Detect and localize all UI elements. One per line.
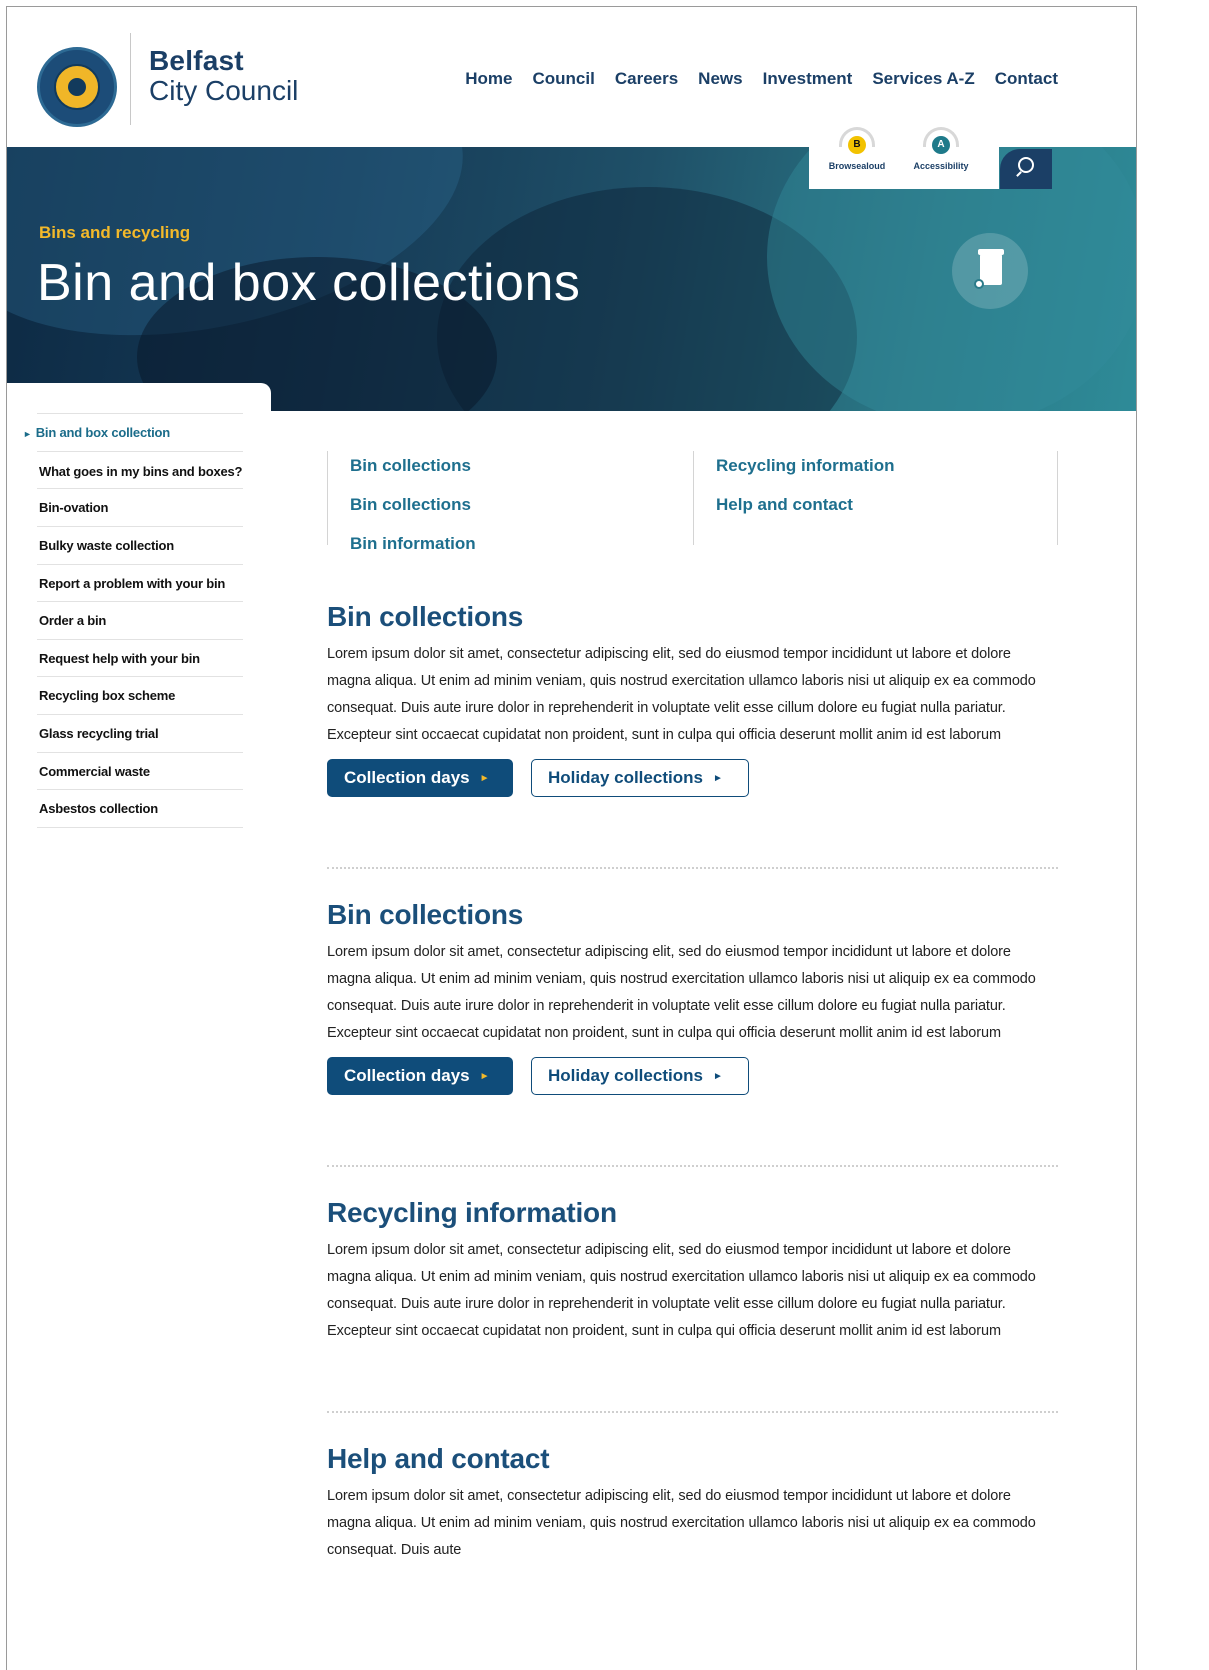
section-divider xyxy=(327,1411,1058,1413)
nav-services-a-z[interactable]: Services A-Z xyxy=(872,69,974,89)
sidebar-item-order-bin[interactable]: Order a bin xyxy=(37,602,243,640)
accessibility-toolbar: B Browsealoud A Accessibility xyxy=(809,127,999,189)
main-navigation: Home Council Careers News Investment Ser… xyxy=(465,69,1058,89)
site-header: Belfast City Council Home Council Career… xyxy=(7,7,1136,147)
holiday-collections-button[interactable]: Holiday collections ► xyxy=(531,1057,749,1095)
sidebar-menu: Bin and box collection What goes in my b… xyxy=(36,413,243,829)
jump-link-recycling-information[interactable]: Recycling information xyxy=(716,455,1057,490)
brand-line-1: Belfast xyxy=(149,45,244,76)
nav-investment[interactable]: Investment xyxy=(763,69,853,89)
collection-days-button[interactable]: Collection days ► xyxy=(327,759,513,797)
council-crest-logo[interactable] xyxy=(37,47,117,127)
brand-line-2: City Council xyxy=(149,75,299,106)
section-heading: Help and contact xyxy=(327,1443,550,1474)
jump-link-bin-information[interactable]: Bin information xyxy=(350,533,693,568)
content-section: Help and contact Lorem ipsum dolor sit a… xyxy=(327,1443,1057,1564)
section-divider xyxy=(327,867,1058,869)
accessibility-icon: A xyxy=(932,136,950,154)
page-title: Bin and box collections xyxy=(37,254,581,312)
button-label: Collection days xyxy=(344,768,470,787)
section-body: Lorem ipsum dolor sit amet, consectetur … xyxy=(327,646,1036,743)
content-section: Recycling information Lorem ipsum dolor … xyxy=(327,1197,1057,1345)
section-heading: Recycling information xyxy=(327,1197,617,1228)
jump-link-bin-collections[interactable]: Bin collections xyxy=(350,455,693,490)
section-heading: Bin collections xyxy=(327,899,524,930)
nav-contact[interactable]: Contact xyxy=(995,69,1058,89)
section-sidebar: Bin and box collection What goes in my b… xyxy=(7,383,271,903)
button-label: Holiday collections xyxy=(548,768,703,787)
sidebar-item-request-help[interactable]: Request help with your bin xyxy=(37,640,243,678)
on-page-links-column-1: Bin collections Bin collections Bin info… xyxy=(327,451,693,553)
sidebar-item-bulky-waste[interactable]: Bulky waste collection xyxy=(37,527,243,565)
section-heading: Bin collections xyxy=(327,601,524,632)
nav-home[interactable]: Home xyxy=(465,69,512,89)
logo-divider xyxy=(130,33,131,125)
content-section: Bin collections Lorem ipsum dolor sit am… xyxy=(327,601,1057,797)
arrow-right-icon: ► xyxy=(479,772,490,784)
section-divider xyxy=(327,1165,1058,1167)
section-actions: Collection days ► Holiday collections ► xyxy=(327,1057,1057,1095)
brand-wordmark[interactable]: Belfast City Council xyxy=(149,47,298,105)
sidebar-item-bin-and-box-collection[interactable]: Bin and box collection xyxy=(36,414,243,452)
search-button[interactable] xyxy=(1000,149,1052,189)
button-label: Collection days xyxy=(344,1066,470,1085)
on-page-links-column-2: Recycling information Help and contact xyxy=(693,451,1058,545)
sidebar-item-asbestos-collection[interactable]: Asbestos collection xyxy=(37,790,243,829)
nav-council[interactable]: Council xyxy=(533,69,595,89)
accessibility-toggle[interactable]: A Accessibility xyxy=(905,127,977,171)
section-actions: Collection days ► Holiday collections ► xyxy=(327,759,1057,797)
sidebar-item-report-problem[interactable]: Report a problem with your bin xyxy=(37,565,243,603)
crest-shield-icon xyxy=(54,64,100,110)
collection-days-button[interactable]: Collection days ► xyxy=(327,1057,513,1095)
arrow-right-icon: ► xyxy=(712,1070,723,1082)
section-body: Lorem ipsum dolor sit amet, consectetur … xyxy=(327,1242,1036,1339)
page-frame: Belfast City Council Home Council Career… xyxy=(6,6,1137,1670)
button-label: Holiday collections xyxy=(548,1066,703,1085)
jump-link-bin-collections-2[interactable]: Bin collections xyxy=(350,494,693,529)
sidebar-item-glass-recycling-trial[interactable]: Glass recycling trial xyxy=(37,715,243,753)
jump-link-help-and-contact[interactable]: Help and contact xyxy=(716,494,1057,529)
arrow-right-icon: ► xyxy=(712,772,723,784)
nav-careers[interactable]: Careers xyxy=(615,69,678,89)
sidebar-item-commercial-waste[interactable]: Commercial waste xyxy=(37,753,243,791)
wheelie-bin-icon xyxy=(952,233,1028,309)
sidebar-item-bin-ovation[interactable]: Bin-ovation xyxy=(37,489,243,527)
arrow-right-icon: ► xyxy=(479,1070,490,1082)
holiday-collections-button[interactable]: Holiday collections ► xyxy=(531,759,749,797)
browsealoud-label: Browsealoud xyxy=(828,161,886,171)
browsealoud-icon: B xyxy=(848,136,866,154)
accessibility-label: Accessibility xyxy=(913,161,969,171)
nav-news[interactable]: News xyxy=(698,69,742,89)
browsealoud-toggle[interactable]: B Browsealoud xyxy=(821,127,893,171)
on-page-links: Bin collections Bin collections Bin info… xyxy=(327,451,1058,553)
content-section: Bin collections Lorem ipsum dolor sit am… xyxy=(327,899,1057,1095)
sidebar-item-what-goes-in-my-bins[interactable]: What goes in my bins and boxes? xyxy=(37,452,243,490)
section-body: Lorem ipsum dolor sit amet, consectetur … xyxy=(327,1488,1036,1558)
sidebar-item-recycling-box-scheme[interactable]: Recycling box scheme xyxy=(37,677,243,716)
hero-kicker[interactable]: Bins and recycling xyxy=(39,223,190,243)
section-body: Lorem ipsum dolor sit amet, consectetur … xyxy=(327,944,1036,1041)
